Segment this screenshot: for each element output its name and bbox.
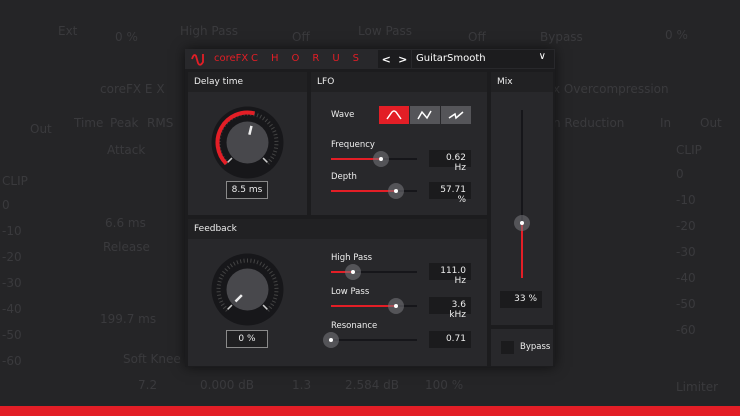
- saw-wave-icon: [448, 111, 464, 120]
- resonance-slider[interactable]: [323, 332, 417, 348]
- meter-tick: -20: [2, 250, 22, 264]
- bypass-panel: Bypass: [491, 329, 553, 366]
- meter-tick: 0: [2, 198, 10, 212]
- bg-text: In: [660, 116, 672, 130]
- bypass-label: Bypass: [520, 342, 551, 352]
- meter-tick: -50: [676, 297, 696, 311]
- resonance-value[interactable]: 0.71: [429, 331, 471, 348]
- meter-tick: -10: [676, 193, 696, 207]
- mix-slider[interactable]: [514, 110, 530, 278]
- meter-tick: -40: [676, 271, 696, 285]
- low-pass-label: Low Pass: [331, 287, 370, 297]
- bg-text: 0 %: [665, 28, 688, 42]
- depth-slider[interactable]: [331, 183, 417, 199]
- meter-tick: -30: [676, 245, 696, 259]
- wave-saw-button[interactable]: [441, 106, 471, 124]
- meter-tick: CLIP: [676, 143, 702, 157]
- preset-dropdown[interactable]: GuitarSmooth ∨: [412, 50, 554, 68]
- meter-tick: -10: [2, 224, 22, 238]
- lfo-title: LFO: [311, 72, 487, 92]
- feedback-panel: Feedback 0 % High Pass 111.0 Hz Low Pass…: [188, 219, 487, 366]
- meter-tick: -50: [2, 328, 22, 342]
- bg-text: High Pass: [180, 24, 238, 38]
- mix-panel: Mix 33 %: [491, 72, 553, 325]
- bg-text: Low Pass: [358, 24, 412, 38]
- meter-tick: -40: [2, 302, 22, 316]
- bg-text: 1.3: [292, 378, 312, 392]
- plugin-title: CHORUS: [251, 53, 372, 64]
- bg-text: RMS: [147, 116, 174, 130]
- bg-text: x Overcompression: [553, 82, 669, 96]
- bg-text: coreFX E X: [100, 82, 165, 96]
- bg-text: Limiter: [676, 380, 719, 394]
- meter-tick: 0: [676, 167, 684, 181]
- wave-label: Wave: [331, 110, 355, 120]
- feedback-knob[interactable]: [210, 252, 285, 327]
- preset-name: GuitarSmooth: [416, 53, 486, 64]
- mix-value[interactable]: 33 %: [500, 291, 542, 308]
- prev-preset-button[interactable]: <: [382, 53, 391, 66]
- corefx-logo-icon: [191, 54, 204, 66]
- delay-time-knob[interactable]: [210, 105, 285, 180]
- resonance-label: Resonance: [331, 321, 378, 331]
- feedback-title: Feedback: [188, 219, 487, 239]
- mix-title: Mix: [491, 72, 553, 92]
- bg-text: Peak: [110, 116, 139, 130]
- bg-text: Off: [292, 30, 310, 44]
- meter-tick: CLIP: [2, 174, 28, 188]
- low-pass-value[interactable]: 3.6 kHz: [429, 297, 471, 320]
- triangle-wave-icon: [417, 110, 432, 120]
- bg-text: 6.6 ms: [105, 216, 146, 230]
- frequency-slider[interactable]: [331, 151, 417, 167]
- meter-tick: -60: [2, 354, 22, 368]
- delay-time-value[interactable]: 8.5 ms: [226, 181, 268, 199]
- bg-text: Time: [74, 116, 104, 130]
- meter-tick: -20: [676, 219, 696, 233]
- delay-time-title: Delay time: [188, 72, 307, 92]
- bg-text: Bypass: [540, 30, 583, 44]
- bg-text: Off: [468, 30, 486, 44]
- chevron-down-icon: ∨: [538, 51, 546, 62]
- low-pass-slider[interactable]: [331, 298, 417, 314]
- bg-text: Out: [700, 116, 722, 130]
- high-pass-label: High Pass: [331, 253, 373, 263]
- high-pass-slider[interactable]: [331, 264, 417, 280]
- depth-label: Depth: [331, 172, 357, 182]
- bg-text: 7.2: [138, 378, 158, 392]
- brand-label: coreFX: [214, 53, 249, 64]
- bg-text: Release: [103, 240, 150, 254]
- frequency-value[interactable]: 0.62 Hz: [429, 150, 471, 173]
- bg-text: 100 %: [425, 378, 464, 392]
- lfo-panel: LFO Wave Frequency 0.62 Hz Depth 57.71 %: [311, 72, 487, 215]
- accent-bar: [0, 406, 740, 416]
- bg-text: 0.000 dB: [200, 378, 255, 392]
- bg-text: Out: [30, 122, 52, 136]
- wave-sine-button[interactable]: [379, 106, 409, 124]
- frequency-label: Frequency: [331, 140, 375, 150]
- preset-nav: < >: [378, 50, 411, 68]
- bg-text: Ext: [58, 24, 78, 38]
- bg-text: 199.7 ms: [100, 312, 157, 326]
- feedback-value[interactable]: 0 %: [226, 330, 268, 348]
- bg-text: 2.584 dB: [345, 378, 400, 392]
- bg-text: Attack: [107, 143, 146, 157]
- chorus-plugin-window: coreFX CHORUS < > GuitarSmooth ∨ Delay t…: [185, 49, 555, 367]
- plugin-header: coreFX CHORUS < > GuitarSmooth ∨: [185, 49, 555, 69]
- bypass-checkbox[interactable]: [501, 341, 514, 354]
- bg-text: 0 %: [115, 30, 138, 44]
- high-pass-value[interactable]: 111.0 Hz: [429, 263, 471, 286]
- wave-triangle-button[interactable]: [410, 106, 440, 124]
- delay-time-panel: Delay time 8.5 ms: [188, 72, 307, 215]
- bg-text: Soft Knee: [123, 352, 181, 366]
- depth-value[interactable]: 57.71 %: [429, 182, 471, 205]
- bg-text: n Reduction: [553, 116, 625, 130]
- next-preset-button[interactable]: >: [398, 53, 407, 66]
- meter-tick: -30: [2, 276, 22, 290]
- meter-tick: -60: [676, 323, 696, 337]
- sine-wave-icon: [386, 110, 402, 120]
